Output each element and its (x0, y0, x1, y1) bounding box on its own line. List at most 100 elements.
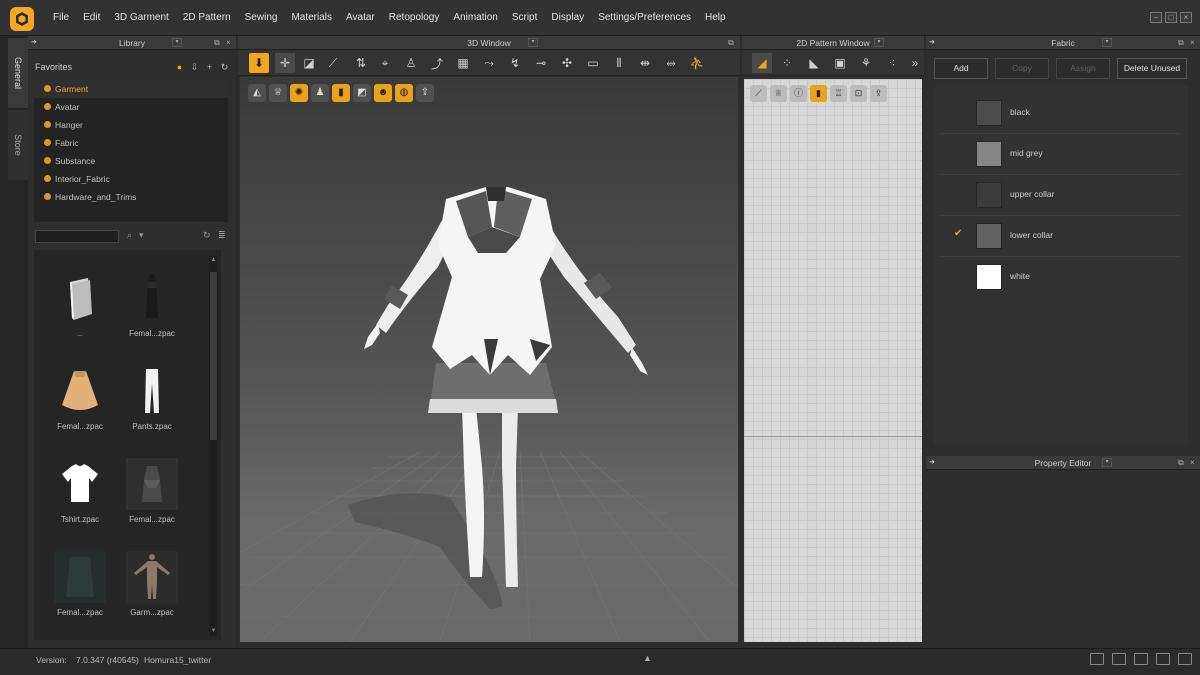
assign-fabric-button[interactable]: Assign (1056, 58, 1110, 79)
arrangement-points-icon[interactable]: ✺ (290, 84, 308, 102)
scroll-thumb[interactable] (210, 272, 217, 440)
favorite-coin-icon[interactable]: ● (174, 62, 185, 73)
list-view-icon[interactable]: ≣ (218, 230, 226, 241)
edit-pattern-icon[interactable]: ⁘ (777, 53, 797, 73)
dropdown-icon[interactable]: ▾ (1102, 458, 1112, 467)
pattern-export-icon[interactable]: ⇪ (870, 85, 887, 102)
float-icon[interactable]: ⧉ (1178, 456, 1184, 470)
library-item[interactable]: Femal...zpac (116, 458, 188, 538)
texture-icon[interactable]: ⊸ (531, 53, 551, 73)
layout-single-icon[interactable] (1090, 653, 1104, 665)
expand-up-icon[interactable]: ▲ (643, 653, 652, 663)
float-icon[interactable]: ⧉ (728, 36, 734, 50)
pin-icon[interactable]: ➜ (929, 456, 935, 470)
menu-animation[interactable]: Animation (446, 0, 504, 36)
tape-icon[interactable]: ⤳ (479, 53, 499, 73)
segment-sewing-icon[interactable]: ⚘ (856, 53, 876, 73)
brush-icon[interactable]: ⥈ (661, 53, 681, 73)
library-item[interactable]: Femal...zpac (116, 272, 188, 352)
menu-retopology[interactable]: Retopology (382, 0, 447, 36)
copy-fabric-button[interactable]: Copy (995, 58, 1049, 79)
library-item[interactable]: Femal...zpac (44, 551, 116, 631)
fabric-item-upper-collar[interactable]: upper collar (940, 175, 1180, 216)
tab-general[interactable]: General (8, 38, 28, 108)
close-panel-icon[interactable]: × (226, 36, 231, 50)
download-icon[interactable]: ⇩ (189, 62, 200, 73)
scroll-up-icon[interactable]: ▲ (209, 256, 218, 265)
menu-avatar[interactable]: Avatar (339, 0, 382, 36)
show-avatar-icon[interactable]: ♟ (311, 84, 329, 102)
menu-edit[interactable]: Edit (76, 0, 107, 36)
dropdown-icon[interactable]: ▾ (874, 38, 884, 47)
delete-unused-button[interactable]: Delete Unused (1117, 58, 1187, 79)
library-item[interactable]: Pants.zpac (116, 365, 188, 445)
garment-display-icon[interactable]: ♕ (269, 84, 287, 102)
polygon-icon[interactable]: ◣ (804, 53, 824, 73)
export-display-icon[interactable]: ⇪ (416, 84, 434, 102)
close-panel-icon[interactable]: × (1190, 456, 1195, 470)
menu-settings[interactable]: Settings/Preferences (591, 0, 698, 36)
fabric-item-lower-collar[interactable]: ✔ lower collar (940, 216, 1180, 257)
pattern-texture-icon[interactable]: ▮ (810, 85, 827, 102)
tack-icon[interactable]: ⌖ (375, 53, 395, 73)
library-item[interactable]: Tshirt.zpac (44, 458, 116, 538)
menu-sewing[interactable]: Sewing (238, 0, 285, 36)
shaded-view-icon[interactable]: ▮ (332, 84, 350, 102)
tab-store[interactable]: Store (8, 110, 28, 180)
menu-2d-pattern[interactable]: 2D Pattern (176, 0, 238, 36)
transform-pattern-icon[interactable]: ◢ (752, 53, 772, 73)
minimize-icon[interactable]: – (1150, 12, 1162, 23)
edit-curvature-icon[interactable]: ⟋ (323, 53, 343, 73)
fold-icon[interactable]: ⇅ (351, 53, 371, 73)
puckering-icon[interactable]: ⫴ (609, 53, 629, 73)
refresh-icon[interactable]: ↻ (219, 62, 230, 73)
favorite-item-hardware[interactable]: Hardware_and_Trims (34, 188, 228, 206)
measure-icon[interactable]: ▦ (453, 53, 473, 73)
dropdown-icon[interactable]: ▾ (528, 38, 538, 47)
pattern-shirt-icon[interactable]: ♖ (830, 85, 847, 102)
favorite-item-avatar[interactable]: Avatar (34, 98, 228, 116)
close-icon[interactable]: × (1180, 12, 1192, 23)
avatar-pose-icon[interactable]: ⛹ (687, 53, 707, 73)
app-logo-icon[interactable] (10, 7, 34, 31)
menu-help[interactable]: Help (698, 0, 733, 36)
close-panel-icon[interactable]: × (1190, 36, 1195, 50)
simulation-icon[interactable]: ⬇ (249, 53, 269, 73)
layout-settings-icon[interactable] (1178, 653, 1192, 665)
pin-tool-icon[interactable]: ⤴ (427, 53, 447, 73)
library-scrollbar[interactable]: ▲ ▼ (209, 256, 218, 636)
restore-icon[interactable]: □ (1165, 12, 1177, 23)
float-icon[interactable]: ⧉ (1178, 36, 1184, 50)
3d-viewport[interactable]: ◭ ♕ ✺ ♟ ▮ ◩ ☻ ◍ ⇪ (240, 77, 738, 642)
skin-display-icon[interactable]: ☻ (374, 84, 392, 102)
layout-grid-icon[interactable] (1134, 653, 1148, 665)
fabric-render-icon[interactable]: ◩ (353, 84, 371, 102)
library-item[interactable]: Garm...zpac (116, 551, 188, 631)
favorite-item-substance[interactable]: Substance (34, 152, 228, 170)
chevron-down-icon[interactable]: ▾ (139, 230, 144, 241)
zipper-icon[interactable]: ⇹ (635, 53, 655, 73)
menu-file[interactable]: File (46, 0, 76, 36)
dropdown-icon[interactable]: ▾ (1102, 38, 1112, 47)
favorite-item-hanger[interactable]: Hanger (34, 116, 228, 134)
pin-icon[interactable]: ➜ (31, 36, 37, 50)
library-item[interactable]: .. (44, 272, 116, 352)
add-icon[interactable]: + (204, 62, 215, 73)
scroll-down-icon[interactable]: ▼ (209, 627, 218, 636)
library-search-input[interactable] (35, 230, 119, 243)
layout-quad-icon[interactable] (1156, 653, 1170, 665)
arrangement-icon[interactable]: ♙ (401, 53, 421, 73)
menu-display[interactable]: Display (544, 0, 591, 36)
favorite-item-fabric[interactable]: Fabric (34, 134, 228, 152)
favorite-item-garment[interactable]: Garment (34, 80, 228, 98)
button-tool-icon[interactable]: ✣ (557, 53, 577, 73)
menu-script[interactable]: Script (505, 0, 545, 36)
layout-split-icon[interactable] (1112, 653, 1126, 665)
add-fabric-button[interactable]: Add (934, 58, 988, 79)
texture-display-icon[interactable]: ◍ (395, 84, 413, 102)
fabric-item-white[interactable]: white (940, 257, 1180, 298)
menu-3d-garment[interactable]: 3D Garment (107, 0, 175, 36)
garment-info-icon[interactable]: ♕ (770, 85, 787, 102)
internal-line-icon[interactable]: ⁖ (882, 53, 902, 73)
pattern-brush-icon[interactable]: ⟋ (750, 85, 767, 102)
